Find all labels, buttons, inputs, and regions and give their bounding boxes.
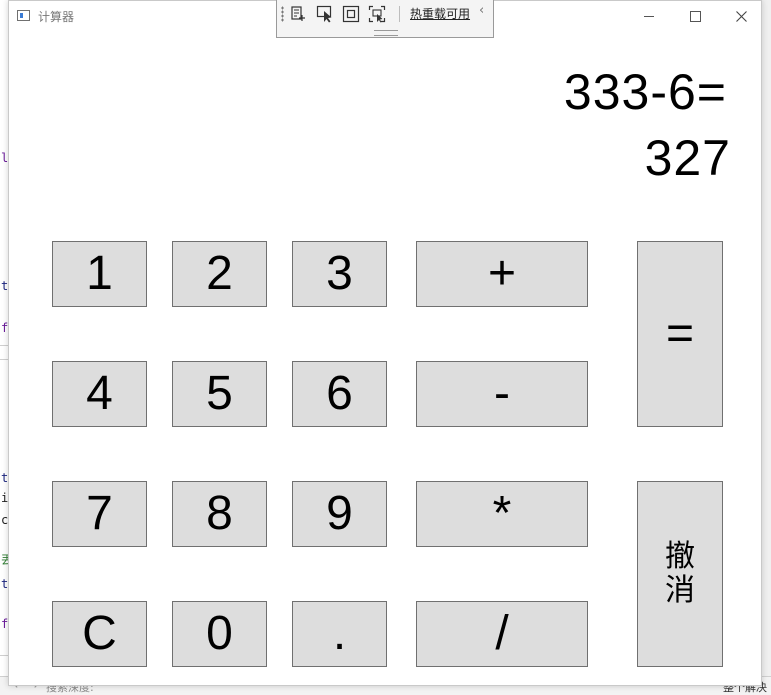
xaml-debug-toolbar: 热重载可用 ‹: [276, 0, 494, 38]
cancel-label-line2: 消: [665, 573, 695, 608]
key-decimal[interactable]: .: [292, 601, 387, 667]
minimize-button[interactable]: [626, 1, 672, 31]
key-0[interactable]: 0: [172, 601, 267, 667]
minimize-icon: [644, 15, 654, 17]
collapse-toolbar-chevron-icon[interactable]: ‹: [479, 3, 484, 18]
window-title: 计算器: [38, 10, 75, 24]
key-2[interactable]: 2: [172, 241, 267, 307]
key-1[interactable]: 1: [52, 241, 147, 307]
maximize-icon: [689, 10, 701, 22]
close-button[interactable]: [718, 1, 764, 31]
key-divide[interactable]: /: [416, 601, 588, 667]
key-3[interactable]: 3: [292, 241, 387, 307]
key-5[interactable]: 5: [172, 361, 267, 427]
key-4[interactable]: 4: [52, 361, 147, 427]
expression-display: 333-6=: [563, 64, 727, 120]
key-equals[interactable]: =: [637, 241, 723, 427]
key-cancel[interactable]: 撤 消: [637, 481, 723, 667]
key-plus[interactable]: +: [416, 241, 588, 307]
cancel-label-line1: 撤: [665, 538, 695, 574]
key-minus[interactable]: -: [416, 361, 588, 427]
result-display: 327: [644, 130, 731, 186]
calculator-window: 计算器 333-6= 327 1 2 3 + 4 5 6 - 7 8 9 * C…: [8, 0, 762, 686]
toolbar-drag-handle[interactable]: [374, 30, 398, 36]
live-visual-tree-icon[interactable]: [290, 5, 308, 23]
close-icon: [735, 10, 747, 22]
select-element-icon[interactable]: [316, 5, 334, 23]
key-7[interactable]: 7: [52, 481, 147, 547]
display-layout-adorners-icon[interactable]: [342, 5, 360, 23]
key-6[interactable]: 6: [292, 361, 387, 427]
app-icon: [17, 10, 30, 21]
key-clear[interactable]: C: [52, 601, 147, 667]
toolbar-separator: [399, 6, 400, 22]
key-multiply[interactable]: *: [416, 481, 588, 547]
hot-reload-status-link[interactable]: 热重载可用: [410, 5, 470, 22]
toolbar-grip[interactable]: [281, 6, 284, 22]
key-8[interactable]: 8: [172, 481, 267, 547]
maximize-button[interactable]: [672, 1, 718, 31]
track-focus-icon[interactable]: [368, 5, 386, 23]
key-9[interactable]: 9: [292, 481, 387, 547]
